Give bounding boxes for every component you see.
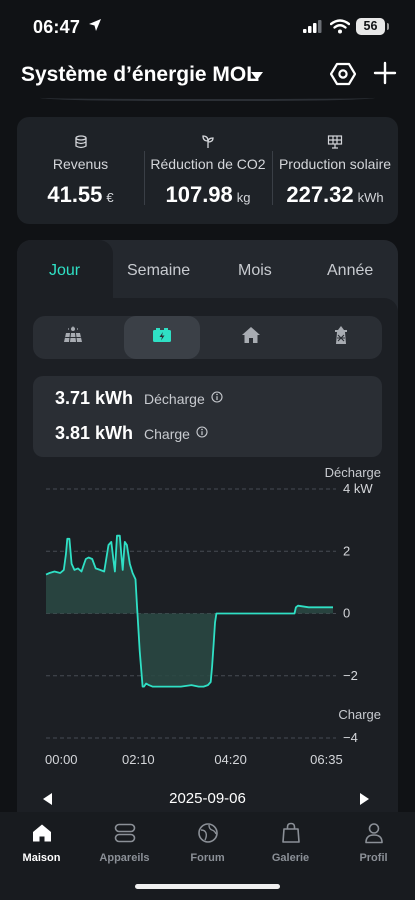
source-selector: [33, 316, 382, 359]
charge-row: 3.81 kWh Charge: [55, 423, 208, 444]
discharge-row: 3.71 kWh Décharge: [55, 388, 223, 409]
charge-value: 3.81 kWh: [55, 423, 134, 443]
solar-panel-icon: [62, 326, 84, 349]
battery-power-chart[interactable]: 4 kW 2 0 −2 −4 00:00 02:10 04:20 06:35 Décharge…: [0, 460, 415, 780]
system-title[interactable]: Système d’énergie MOL: [21, 63, 259, 87]
discharge-label: Décharge: [144, 390, 205, 407]
tab-home[interactable]: Maison: [0, 820, 83, 864]
battery-indicator: 56: [356, 18, 389, 35]
stat-unit: kg: [236, 190, 251, 205]
scroll-edge-divider: [40, 93, 375, 101]
segment-house[interactable]: [213, 316, 289, 359]
stat-label: Production solaire: [278, 156, 392, 172]
chart-x-tick: 04:20: [214, 752, 247, 767]
tab-label: Maison: [22, 852, 61, 864]
home-icon: [0, 820, 83, 846]
cellular-signal-icon: [303, 20, 323, 38]
app-header: Système d’énergie MOL: [0, 56, 415, 96]
chart-x-tick: 02:10: [122, 752, 155, 767]
stat-unit: €: [106, 190, 114, 205]
segment-grid[interactable]: [303, 316, 379, 359]
gallery-bag-icon: [249, 820, 332, 846]
charge-label: Charge: [144, 425, 190, 442]
chart-y-tick: 4 kW: [343, 481, 373, 496]
profile-icon: [332, 820, 415, 846]
tab-month[interactable]: Mois: [238, 262, 272, 280]
discharge-value: 3.71 kWh: [55, 388, 134, 408]
chart-bottom-label: Charge: [338, 707, 381, 722]
chart-y-tick: 0: [343, 606, 350, 621]
battery-icon: [152, 327, 172, 348]
tab-week[interactable]: Semaine: [127, 262, 190, 280]
location-arrow-icon: [88, 18, 102, 37]
stat-number: 41.55: [47, 182, 103, 207]
status-time: 06:47: [33, 17, 81, 37]
date-navigator: 2025-09-06: [17, 787, 398, 811]
solar-panel-icon: [327, 135, 343, 154]
stat-number: 107.98: [165, 182, 233, 207]
database-icon: [74, 135, 88, 154]
chart-y-tick: 2: [343, 543, 350, 558]
status-bar: 06:47 56: [0, 0, 415, 56]
chart-top-label: Décharge: [325, 465, 381, 480]
tab-label: Forum: [190, 852, 225, 864]
chart-x-tick: 06:35: [310, 752, 343, 767]
segment-solar[interactable]: [35, 316, 111, 359]
stat-number: 227.32: [286, 182, 354, 207]
add-icon[interactable]: [373, 61, 397, 90]
chart-y-tick-labels: 4 kW 2 0 −2 −4: [343, 481, 373, 745]
tab-day[interactable]: Jour: [49, 262, 80, 280]
tab-devices[interactable]: Appareils: [83, 820, 166, 864]
stat-co2: Réduction de CO2 107.98 kg: [144, 117, 272, 224]
tab-forum[interactable]: Forum: [166, 820, 249, 864]
info-icon[interactable]: [196, 425, 208, 443]
info-icon[interactable]: [211, 390, 223, 408]
summary-card: 3.71 kWh Décharge 3.81 kWh Charge: [33, 376, 382, 457]
wifi-icon: [329, 19, 351, 39]
tab-year[interactable]: Année: [327, 262, 373, 280]
house-icon: [241, 326, 261, 349]
tab-gallery[interactable]: Galerie: [249, 820, 332, 864]
stat-value: 41.55 €: [17, 182, 144, 208]
tab-label: Appareils: [99, 852, 150, 864]
date-label[interactable]: 2025-09-06: [17, 790, 398, 807]
next-day-icon[interactable]: [359, 792, 369, 810]
devices-icon: [83, 820, 166, 846]
segment-battery[interactable]: [124, 316, 200, 359]
stat-label: Revenus: [52, 156, 109, 172]
chart-x-tick: 00:00: [45, 752, 78, 767]
stats-card: Revenus 41.55 € Réduction de CO2 107.98 kg…: [17, 117, 398, 224]
tab-label: Galerie: [271, 852, 310, 864]
stat-solar: Production solaire 227.32 kWh: [272, 117, 398, 224]
grid-tower-icon: [332, 325, 350, 350]
caret-down-icon[interactable]: [250, 68, 264, 86]
chart-y-tick: −4: [343, 730, 358, 745]
forum-icon: [166, 820, 249, 846]
tab-label: Profil: [359, 852, 388, 864]
chart-y-tick: −2: [343, 668, 358, 683]
sprout-icon: [201, 135, 215, 154]
chart-x-tick-labels: 00:00 02:10 04:20 06:35: [45, 752, 343, 767]
settings-hexagon-icon[interactable]: [329, 61, 357, 92]
home-indicator: [135, 884, 280, 889]
stat-label: Réduction de CO2: [150, 156, 266, 172]
stat-unit: kWh: [357, 190, 384, 205]
stat-value: 227.32 kWh: [272, 182, 398, 208]
stat-value: 107.98 kg: [144, 182, 272, 208]
tab-profile[interactable]: Profil: [332, 820, 415, 864]
stat-revenue: Revenus 41.55 €: [17, 117, 144, 224]
